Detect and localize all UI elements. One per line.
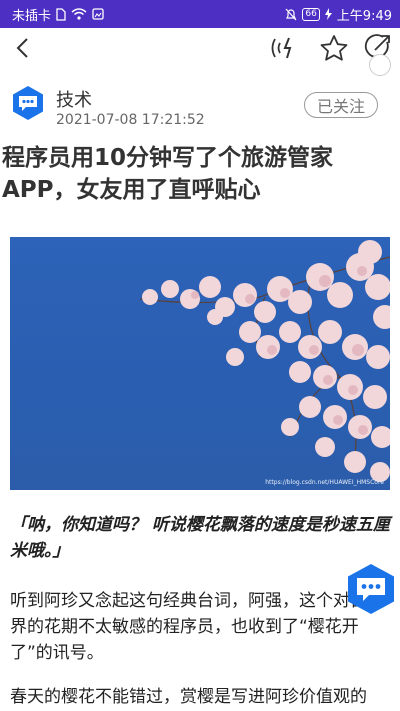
comment-button[interactable] [344,562,398,616]
author-avatar[interactable] [10,85,46,121]
article-quote: 「呐，你知道吗？ 听说樱花飘落的速度是秒速五厘米哦。」 [10,515,390,561]
status-bar: 未插卡 66 上午9:49 [0,0,400,28]
mute-bell-icon [285,8,297,21]
article-image[interactable]: https://blog.csdn.net/HUAWEI_HMSCore [10,237,390,490]
clock: 上午9:49 [336,8,392,24]
article-title: 程序员用10分钟写了个旅游管家APP，女友用了直呼贴心 [2,145,334,203]
back-arrow-icon [15,37,29,63]
wifi-icon [71,8,87,20]
follow-button[interactable]: 已关注 [304,92,378,118]
star-icon [319,34,349,66]
voice-broadcast-button[interactable] [266,28,302,72]
cherry-blossom-illustration [139,240,390,482]
back-button[interactable] [6,28,38,72]
article-paragraph: 听到阿珍又念起这句经典台词，阿强，这个对自然界的花期不太敏感的程序员，也收到了“… [10,591,384,663]
app-bar [0,28,400,72]
image-caption: https://blog.csdn.net/HUAWEI_HMSCore [265,479,384,486]
sim-card-icon [56,7,66,21]
image-notification-icon [92,8,104,20]
charging-icon [324,8,332,20]
favorite-button[interactable] [316,28,352,72]
author-row: 技术 2021-07-08 17:21:52 已关注 [10,80,390,134]
carrier-label: 未插卡 [12,8,52,24]
battery-level: 66 [302,7,320,21]
floating-indicator [369,54,391,76]
publish-datetime: 2021-07-08 17:21:52 [56,112,205,128]
chat-bubble-hexagon-icon [344,564,398,620]
author-name[interactable]: 技术 [56,86,92,112]
chat-bubble-hexagon-icon [10,86,46,125]
article-paragraph: 春天的樱花不能错过，赏樱是写进阿珍价值观的 [10,687,367,707]
voice-broadcast-icon [269,35,299,65]
